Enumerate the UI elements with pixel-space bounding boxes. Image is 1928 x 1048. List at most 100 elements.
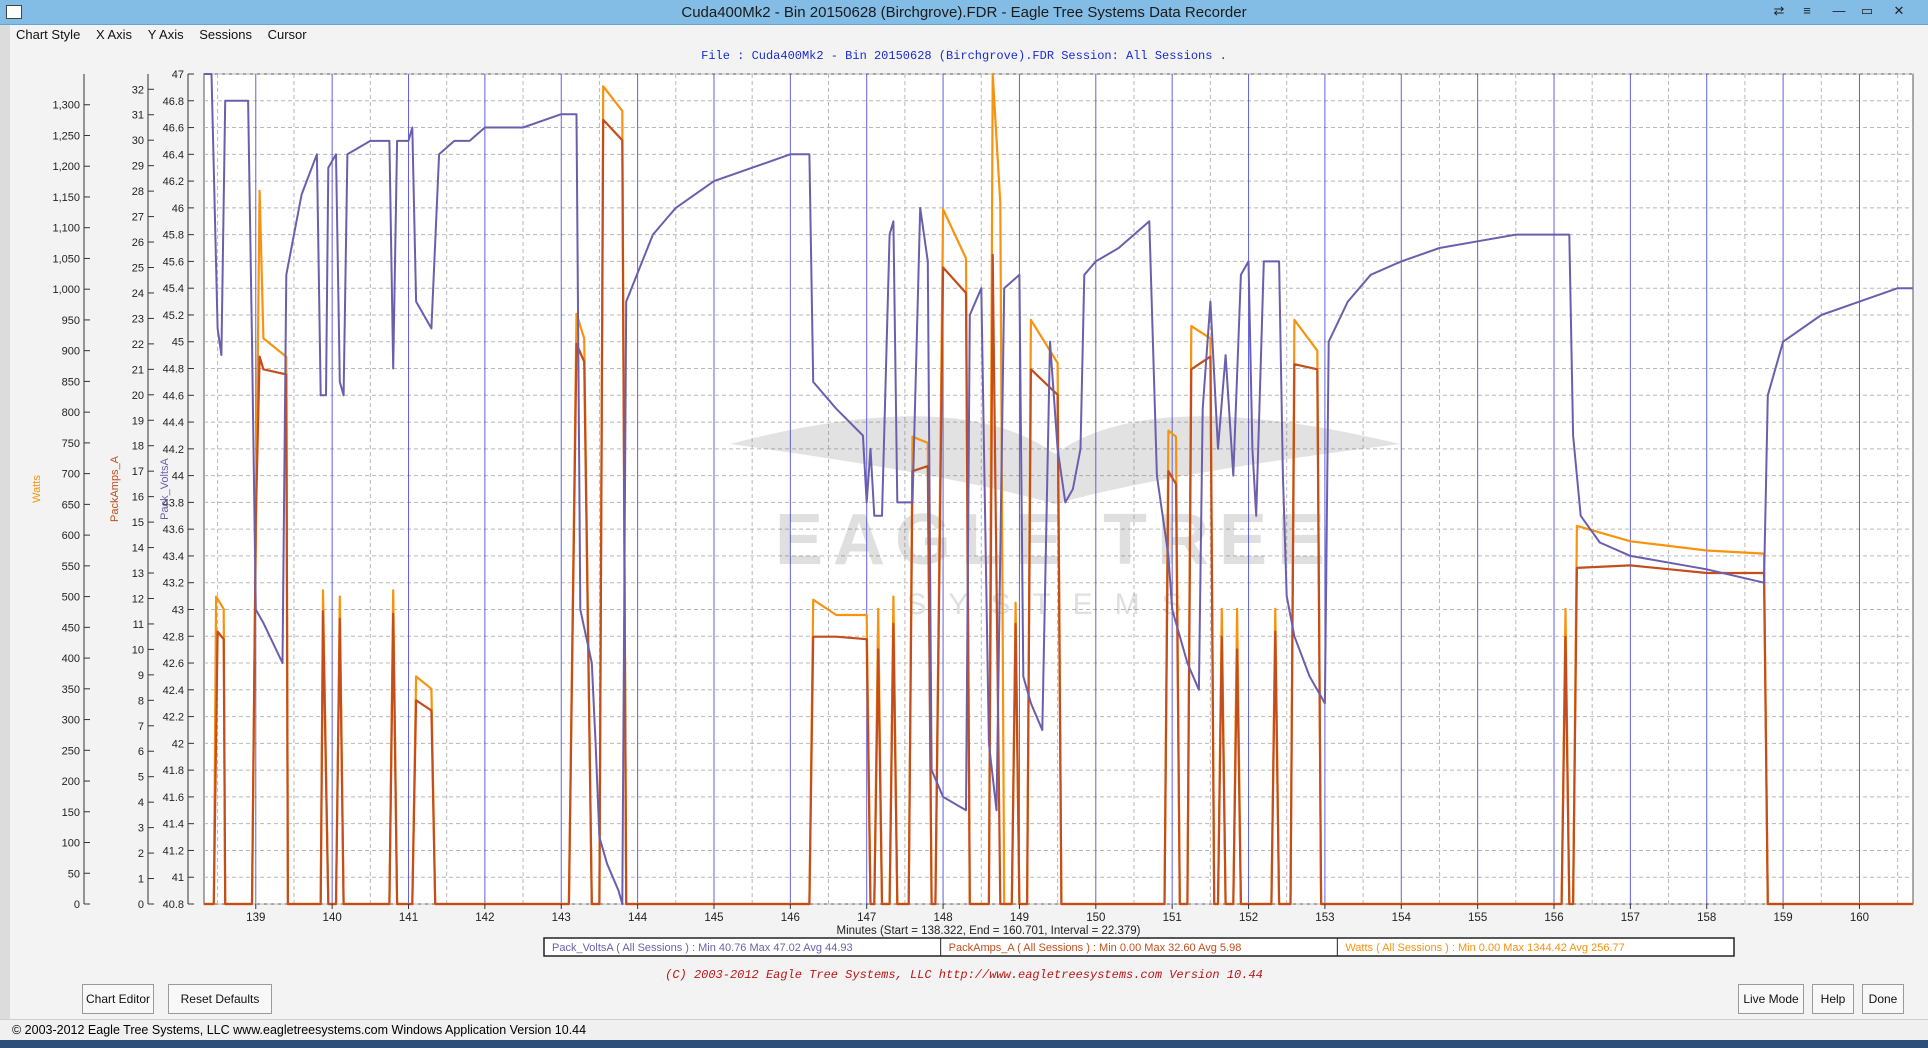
y-tick-label-amps: 11 [133, 619, 144, 631]
y-tick-label-amps: 24 [132, 288, 144, 300]
minimize-button[interactable]: — [1828, 2, 1850, 20]
legend-entry: PackAmps_A ( All Sessions ) : Min 0.00 M… [949, 942, 1242, 954]
y-tick-label-volts: 42 [172, 738, 184, 750]
y-tick-label-volts: 46 [172, 203, 184, 215]
x-tick-label: 155 [1468, 912, 1487, 924]
y-tick-label-volts: 42.8 [163, 631, 184, 643]
x-tick-label: 144 [628, 912, 648, 924]
chart-area[interactable]: EAGLE TREESYSTEMS05010015020025030035040… [10, 64, 1918, 964]
x-tick-label: 147 [857, 912, 876, 924]
y-tick-label-volts: 41.4 [163, 819, 184, 831]
y-tick-label-amps: 19 [132, 415, 144, 427]
status-text: © 2003-2012 Eagle Tree Systems, LLC www.… [12, 1023, 587, 1037]
y-tick-label-amps: 8 [138, 695, 144, 707]
y-tick-label-watts: 250 [62, 745, 80, 757]
y-tick-label-watts: 150 [62, 807, 80, 819]
y-tick-label-amps: 22 [132, 339, 144, 351]
menu-y-axis[interactable]: Y Axis [142, 24, 190, 45]
y-tick-label-watts: 1,200 [52, 161, 80, 173]
y-tick-label-volts: 47 [172, 69, 184, 81]
y-tick-label-volts: 45.6 [163, 256, 184, 268]
menu-chart-style[interactable]: Chart Style [10, 24, 86, 45]
y-tick-label-watts: 800 [62, 407, 80, 419]
y-tick-label-amps: 29 [132, 161, 144, 173]
y-tick-label-volts: 43.6 [163, 524, 184, 536]
chart-editor-button[interactable]: Chart Editor [82, 984, 154, 1014]
x-tick-label: 153 [1315, 912, 1334, 924]
menu-icon[interactable]: ≡ [1796, 2, 1818, 20]
y-tick-label-volts: 41.8 [163, 765, 184, 777]
y-tick-label-watts: 400 [62, 653, 80, 665]
y-tick-label-watts: 1,100 [52, 223, 80, 235]
x-tick-label: 159 [1774, 912, 1793, 924]
y-tick-label-amps: 17 [132, 466, 144, 478]
help-button[interactable]: Help [1812, 984, 1854, 1014]
x-tick-label: 149 [1010, 912, 1029, 924]
y-tick-label-volts: 42.6 [163, 658, 184, 670]
maximize-button[interactable]: ▭ [1856, 2, 1878, 20]
y-tick-label-watts: 950 [62, 315, 80, 327]
x-tick-label: 158 [1697, 912, 1716, 924]
y-tick-label-volts: 41.2 [163, 845, 184, 857]
x-axis-label: Minutes (Start = 138.322, End = 160.701,… [837, 925, 1141, 937]
y-tick-label-amps: 23 [132, 313, 144, 325]
watermark-title: EAGLE TREE [775, 500, 1335, 580]
y-tick-label-amps: 1 [138, 874, 144, 886]
y-tick-label-amps: 9 [138, 670, 144, 682]
y-tick-label-volts: 44.6 [163, 390, 184, 402]
y-tick-label-amps: 12 [132, 593, 144, 605]
y-tick-label-amps: 28 [132, 186, 144, 198]
y-tick-label-watts: 450 [62, 622, 80, 634]
y-tick-label-watts: 200 [62, 776, 80, 788]
y-tick-label-volts: 44.2 [163, 444, 184, 456]
restore-layout-icon[interactable]: ⇄ [1768, 2, 1790, 20]
x-tick-label: 150 [1086, 912, 1105, 924]
x-tick-label: 160 [1850, 912, 1869, 924]
y-tick-label-volts: 42.2 [163, 712, 184, 724]
y-axis-label-volts: Pack_VoltsA [159, 457, 171, 519]
y-tick-label-watts: 750 [62, 438, 80, 450]
chart-copyright: (C) 2003-2012 Eagle Tree Systems, LLC ht… [665, 968, 1263, 982]
y-tick-label-watts: 300 [62, 715, 80, 727]
menu-sessions[interactable]: Sessions [193, 24, 258, 45]
taskbar [0, 1040, 1928, 1048]
y-tick-label-watts: 1,150 [52, 192, 80, 204]
y-tick-label-volts: 41.6 [163, 792, 184, 804]
y-tick-label-amps: 27 [132, 212, 144, 224]
y-tick-label-watts: 850 [62, 376, 80, 388]
y-tick-label-amps: 3 [138, 823, 144, 835]
y-tick-label-volts: 45 [172, 337, 184, 349]
y-tick-label-watts: 1,000 [52, 284, 80, 296]
y-tick-label-watts: 550 [62, 561, 80, 573]
x-tick-label: 154 [1392, 912, 1412, 924]
x-tick-label: 148 [933, 912, 952, 924]
y-tick-label-watts: 50 [68, 868, 80, 880]
menu-x-axis[interactable]: X Axis [90, 24, 138, 45]
y-tick-label-volts: 45.2 [163, 310, 184, 322]
y-tick-label-amps: 20 [132, 390, 144, 402]
done-button[interactable]: Done [1862, 984, 1904, 1014]
y-tick-label-amps: 16 [132, 492, 144, 504]
live-mode-button[interactable]: Live Mode [1738, 984, 1804, 1014]
y-tick-label-amps: 10 [132, 644, 144, 656]
y-tick-label-volts: 46.4 [163, 149, 184, 161]
y-tick-label-volts: 42.4 [163, 685, 184, 697]
y-tick-label-watts: 500 [62, 592, 80, 604]
y-tick-label-amps: 31 [132, 110, 144, 122]
y-tick-label-volts: 44.4 [163, 417, 184, 429]
y-tick-label-amps: 21 [132, 364, 144, 376]
y-tick-label-watts: 1,250 [52, 130, 80, 142]
x-tick-label: 157 [1621, 912, 1640, 924]
reset-defaults-button[interactable]: Reset Defaults [168, 984, 272, 1014]
y-axis-label-watts: Watts [31, 475, 43, 503]
y-tick-label-watts: 650 [62, 499, 80, 511]
file-info: File : Cuda400Mk2 - Bin 20150628 (Birchg… [701, 49, 1227, 63]
y-tick-label-amps: 7 [138, 721, 144, 733]
y-tick-label-watts: 700 [62, 469, 80, 481]
close-button[interactable]: ✕ [1888, 2, 1910, 20]
menu-cursor[interactable]: Cursor [262, 24, 313, 45]
y-tick-label-amps: 6 [138, 746, 144, 758]
y-tick-label-volts: 45.8 [163, 230, 184, 242]
y-tick-label-volts: 45.4 [163, 283, 184, 295]
legend-entry: Pack_VoltsA ( All Sessions ) : Min 40.76… [552, 942, 853, 954]
